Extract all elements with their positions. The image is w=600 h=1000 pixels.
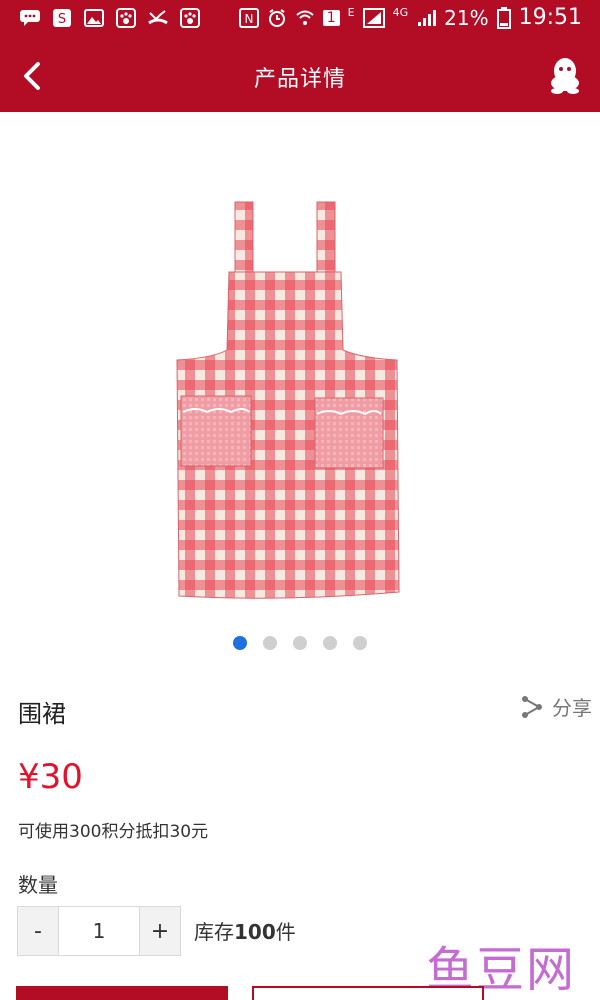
primary-action-button[interactable] [16,986,228,1000]
stock-text: 库存100件 [194,916,296,945]
carousel-dots [0,636,600,650]
paw-icon [114,6,138,30]
carousel-dot[interactable] [323,636,337,650]
carousel-dot[interactable] [263,636,277,650]
qq-icon [551,58,579,94]
missed-call-icon [146,6,170,30]
status-bar: S N 1 E 4G 21% 19:51 [0,0,600,38]
battery-percent: 21% [444,5,489,30]
network-type-label: E [347,6,355,19]
product-image-carousel[interactable] [0,112,600,672]
sim-badge: 1 [322,9,340,26]
network-4g-label: 4G [392,6,409,19]
stock-suffix: 件 [275,920,296,944]
secondary-action-button[interactable] [252,986,484,1000]
share-label: 分享 [552,696,592,720]
status-bar-system: N 1 E 4G 21% 19:51 [238,5,582,30]
share-button[interactable]: 分享 [520,692,592,721]
wifi-icon [296,10,314,25]
product-name: 围裙 [18,700,66,728]
stock-prefix: 库存 [194,920,234,944]
quantity-minus-button[interactable]: - [18,907,58,955]
quantity-stepper: - 1 + [17,906,181,956]
carousel-dot-active[interactable] [233,636,247,650]
share-icon [522,695,542,718]
quantity-input[interactable]: 1 [58,907,140,955]
quantity-plus-button[interactable]: + [140,907,180,955]
nfc-icon: N [238,7,259,28]
message-icon [18,6,42,30]
gallery-icon [82,6,106,30]
svg-text:N: N [244,12,253,26]
signal-icon [362,7,385,28]
app-s-icon: S [50,6,74,30]
paw-icon [178,6,202,30]
qq-button[interactable] [548,56,582,94]
clock-time: 19:51 [518,5,582,30]
points-discount-text: 可使用300积分抵扣30元 [18,822,209,842]
carousel-dot[interactable] [353,636,367,650]
top-bar: 产品详情 [0,38,600,112]
signal-bars-icon [418,9,437,26]
product-price: ¥30 [18,757,83,797]
quantity-label: 数量 [18,873,58,897]
carousel-dot[interactable] [293,636,307,650]
status-bar-notifications: S [18,6,202,30]
alarm-icon [268,8,285,27]
svg-text:S: S [58,12,66,27]
battery-icon [496,6,511,29]
apron-image [176,201,400,599]
page-title: 产品详情 [253,67,346,92]
stock-count: 100 [234,920,276,944]
